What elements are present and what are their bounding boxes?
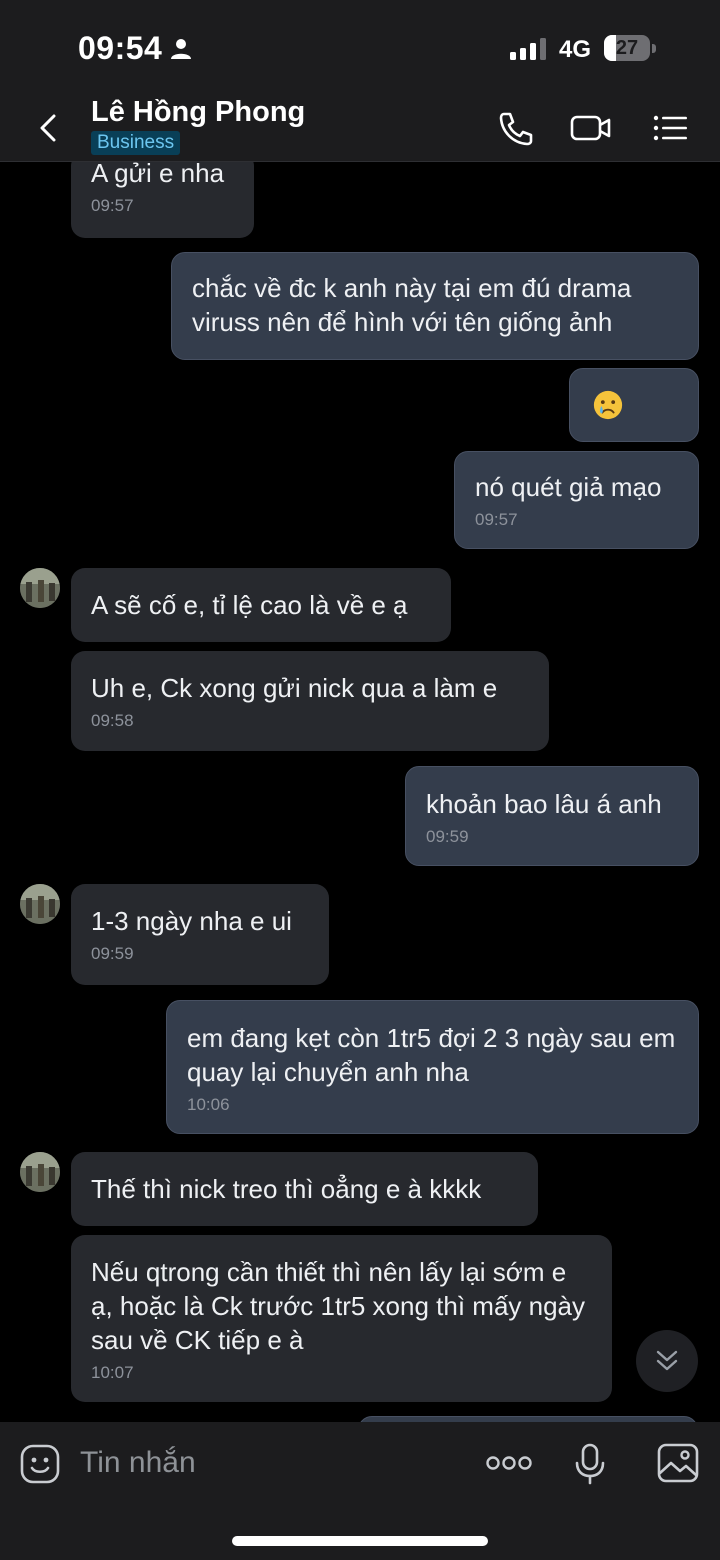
phone-call-icon[interactable] — [494, 108, 538, 148]
status-bar: 09:54 4G 27 — [0, 0, 720, 88]
message-bubble[interactable]: A gửi e nha 09:57 — [71, 162, 254, 238]
message-time: 10:07 — [91, 1363, 134, 1382]
sticker-icon[interactable] — [18, 1442, 62, 1486]
battery-level: 27 — [615, 37, 639, 59]
microphone-icon[interactable] — [572, 1442, 608, 1486]
double-chevron-down-icon — [656, 1350, 678, 1371]
status-time: 09:54 — [78, 30, 163, 66]
message-bubble[interactable]: Uh e, Ck xong gửi nick qua a làm e 09:58 — [71, 651, 549, 751]
network-type: 4G — [559, 36, 592, 63]
message-bubble[interactable]: 1-3 ngày nha e ui 09:59 — [71, 884, 329, 985]
message-bubble[interactable]: khoản bao lâu á anh 09:59 — [405, 766, 699, 866]
message-list[interactable]: A gửi e nha 09:57 chắc về đc k anh này t… — [0, 162, 720, 1422]
message-text: A gửi e nha — [91, 162, 225, 188]
message-bubble[interactable]: chắc về đc k anh này tại em đú drama vir… — [171, 252, 699, 360]
signal-icon — [510, 38, 546, 60]
image-gallery-icon[interactable] — [656, 1442, 700, 1484]
avatar[interactable] — [20, 884, 60, 924]
message-time: 09:59 — [426, 827, 469, 846]
message-bubble[interactable]: A sẽ cố e, tỉ lệ cao là về e ạ — [71, 568, 451, 642]
message-bubble[interactable]: em đang kẹt còn 1tr5 đợi 2 3 ngày sau em… — [166, 1000, 699, 1134]
message-time: 09:57 — [475, 510, 518, 529]
video-call-icon[interactable] — [568, 108, 612, 148]
person-icon — [171, 39, 191, 59]
business-badge: Business — [91, 131, 181, 155]
message-text: khoản bao lâu á anh — [426, 789, 662, 819]
chat-header: Lê Hồng Phong Business — [0, 88, 720, 162]
avatar[interactable] — [20, 568, 60, 608]
message-text: A sẽ cố e, tỉ lệ cao là về e ạ — [91, 590, 408, 620]
avatar[interactable] — [20, 1152, 60, 1192]
menu-list-icon[interactable] — [648, 108, 692, 148]
home-indicator[interactable] — [232, 1536, 488, 1546]
message-text: 1-3 ngày nha e ui — [91, 906, 292, 936]
message-time: 09:57 — [91, 196, 134, 215]
scroll-to-bottom-button[interactable] — [636, 1330, 698, 1392]
message-bubble[interactable]: Thế thì nick treo thì oẳng e à kkkk — [71, 1152, 538, 1226]
message-text: Thế thì nick treo thì oẳng e à kkkk — [91, 1174, 482, 1204]
message-text: Nếu qtrong cần thiết thì nên lấy lại sớm… — [91, 1257, 593, 1355]
message-time: 10:06 — [187, 1095, 230, 1114]
message-text: chắc về đc k anh này tại em đú drama vir… — [192, 273, 639, 337]
message-bubble[interactable]: 😢 — [569, 368, 699, 442]
message-time: 09:59 — [91, 944, 134, 963]
battery-icon: 27 — [604, 35, 656, 61]
contact-name[interactable]: Lê Hồng Phong — [91, 96, 305, 129]
more-options-icon[interactable] — [484, 1450, 534, 1476]
message-bubble[interactable]: nó quét giả mạo 09:57 — [454, 451, 699, 549]
message-text: em đang kẹt còn 1tr5 đợi 2 3 ngày sau em… — [187, 1023, 683, 1087]
message-bubble[interactable]: Nếu qtrong cần thiết thì nên lấy lại sớm… — [71, 1235, 612, 1402]
crying-face-emoji — [593, 390, 623, 420]
message-text: Uh e, Ck xong gửi nick qua a làm e — [91, 673, 498, 703]
message-input[interactable]: Tin nhắn — [80, 1446, 196, 1480]
message-text: nó quét giả mạo — [475, 472, 662, 502]
back-arrow-icon[interactable] — [30, 108, 66, 148]
message-time: 09:58 — [91, 711, 134, 730]
